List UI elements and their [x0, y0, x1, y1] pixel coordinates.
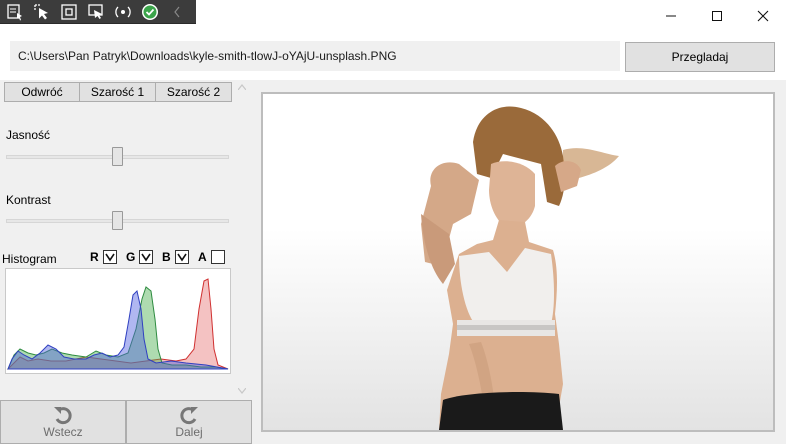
- channel-r-label: R: [90, 250, 99, 264]
- debug-frame-icon[interactable]: [58, 2, 80, 22]
- debug-track-icon[interactable]: [85, 2, 107, 22]
- back-button[interactable]: Wstecz: [0, 400, 126, 444]
- brightness-label: Jasność: [6, 128, 51, 142]
- grayscale-2-button[interactable]: Szarość 2: [155, 82, 232, 102]
- file-path-field[interactable]: C:\Users\Pan Patryk\Downloads\kyle-smith…: [10, 41, 620, 71]
- browse-button[interactable]: Przegladaj: [625, 42, 775, 72]
- preview-photo: [421, 106, 619, 430]
- debug-select-icon[interactable]: [4, 2, 26, 22]
- navigation-row: Wstecz Dalej: [0, 400, 252, 444]
- sidebar-scrollbar[interactable]: [234, 80, 250, 400]
- image-preview: [261, 92, 775, 432]
- debug-ok-icon[interactable]: [139, 2, 161, 22]
- grayscale-1-button[interactable]: Szarość 1: [79, 82, 156, 102]
- brightness-slider-thumb[interactable]: [112, 147, 123, 166]
- contrast-slider-thumb[interactable]: [112, 211, 123, 230]
- channel-b-checkbox[interactable]: [175, 250, 189, 264]
- channel-b-label: B: [162, 250, 171, 264]
- histogram-plot: [5, 268, 231, 374]
- histogram-label: Histogram: [2, 252, 57, 266]
- next-button[interactable]: Dalej: [126, 400, 252, 444]
- channel-r-checkbox[interactable]: [103, 250, 117, 264]
- undo-icon: [54, 407, 72, 425]
- next-button-label: Dalej: [175, 425, 203, 439]
- channel-a-label: A: [198, 250, 207, 264]
- minimize-icon[interactable]: [648, 0, 694, 32]
- debug-toolbar: [0, 0, 196, 24]
- filter-buttons: Odwróć Szarość 1 Szarość 2: [4, 82, 232, 102]
- debug-inspect-icon[interactable]: [31, 2, 53, 22]
- maximize-icon[interactable]: [694, 0, 740, 32]
- scroll-down-icon[interactable]: [238, 388, 246, 394]
- channel-g-checkbox[interactable]: [139, 250, 153, 264]
- debug-hotreload-icon[interactable]: [112, 2, 134, 22]
- channel-g-label: G: [126, 250, 136, 264]
- scroll-up-icon[interactable]: [238, 84, 246, 90]
- histogram-header: Histogram R G B A: [0, 250, 236, 266]
- contrast-label: Kontrast: [6, 193, 51, 207]
- collapse-icon[interactable]: [166, 2, 188, 22]
- invert-button[interactable]: Odwróć: [4, 82, 80, 102]
- path-row: C:\Users\Pan Patryk\Downloads\kyle-smith…: [0, 32, 786, 80]
- title-bar: [0, 0, 786, 32]
- controls-sidebar: Odwróć Szarość 1 Szarość 2 Jasność Kontr…: [0, 80, 250, 400]
- back-button-label: Wstecz: [43, 425, 83, 439]
- close-icon[interactable]: [740, 0, 786, 32]
- redo-icon: [180, 407, 198, 425]
- channel-a-checkbox[interactable]: [211, 250, 225, 264]
